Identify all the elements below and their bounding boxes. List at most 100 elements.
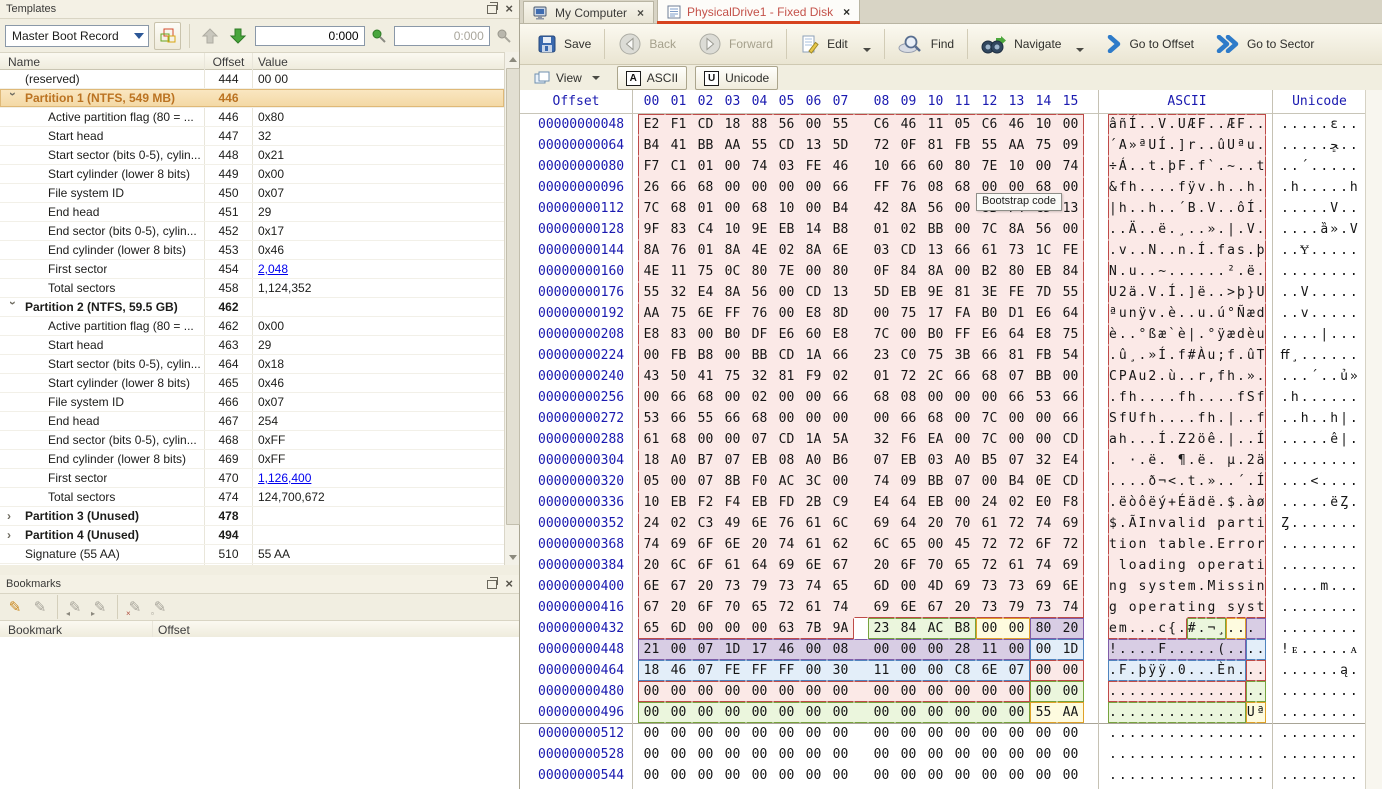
unicode-char[interactable]: . xyxy=(1329,366,1339,387)
ascii-char[interactable]: g xyxy=(1206,597,1216,618)
ascii-char[interactable]: . xyxy=(1108,702,1118,723)
chevron-down-icon[interactable]: › xyxy=(4,92,22,104)
hex-byte[interactable]: EB xyxy=(895,450,922,471)
hex-byte[interactable]: 73 xyxy=(1003,240,1030,261)
hex-byte[interactable]: 68 xyxy=(692,387,719,408)
hex-byte[interactable]: 08 xyxy=(827,639,854,660)
hex-byte[interactable]: 3C xyxy=(800,471,827,492)
hex-byte[interactable]: 00 xyxy=(949,219,976,240)
hex-byte[interactable]: 66 xyxy=(895,156,922,177)
hex-byte[interactable]: EB xyxy=(1030,261,1057,282)
hex-byte[interactable]: FE xyxy=(719,660,746,681)
ascii-char[interactable]: » xyxy=(1147,345,1157,366)
ascii-char[interactable]: . xyxy=(1138,429,1148,450)
ascii-char[interactable]: u xyxy=(1246,135,1256,156)
unicode-char[interactable]: . xyxy=(1280,177,1290,198)
hex-byte[interactable]: CD xyxy=(1057,471,1084,492)
ascii-char[interactable]: . xyxy=(1197,387,1207,408)
hex-byte[interactable]: 13 xyxy=(800,135,827,156)
ascii-char[interactable]: ý xyxy=(1157,492,1167,513)
ascii-char[interactable]: r xyxy=(1197,366,1207,387)
unicode-char[interactable]: . xyxy=(1310,177,1320,198)
hex-byte[interactable]: 80 xyxy=(1003,261,1030,282)
hex-byte[interactable]: 65 xyxy=(827,576,854,597)
hex-byte[interactable]: 00 xyxy=(922,744,949,765)
hex-byte[interactable]: 00 xyxy=(949,765,976,786)
record-offset-input[interactable] xyxy=(255,26,365,46)
ascii-char[interactable]: . xyxy=(1147,261,1157,282)
hex-byte[interactable]: 23 xyxy=(868,618,895,639)
ascii-char[interactable]: | xyxy=(1226,219,1236,240)
ascii-char[interactable]: u xyxy=(1138,366,1148,387)
unicode-char[interactable]: . xyxy=(1290,660,1300,681)
ascii-char[interactable]: . xyxy=(1147,219,1157,240)
hex-byte[interactable]: 76 xyxy=(665,240,692,261)
ascii-char[interactable]: g xyxy=(1118,576,1128,597)
unicode-char[interactable]: . xyxy=(1280,387,1290,408)
ascii-char[interactable]: ë xyxy=(1157,219,1167,240)
ascii-char[interactable] xyxy=(1128,576,1138,597)
ascii-char[interactable]: . xyxy=(1197,744,1207,765)
template-row[interactable]: Total sectors4581,124,352 xyxy=(0,279,504,298)
ascii-char[interactable]: ` xyxy=(1206,156,1216,177)
ascii-char[interactable]: . xyxy=(1167,114,1177,135)
column-bookmark[interactable]: Bookmark xyxy=(8,623,62,637)
unicode-char[interactable]: . xyxy=(1300,219,1310,240)
unicode-char[interactable]: h xyxy=(1329,408,1339,429)
unicode-char[interactable]: . xyxy=(1280,744,1290,765)
hex-byte[interactable]: 00 xyxy=(800,765,827,786)
hex-byte[interactable]: 08 xyxy=(773,450,800,471)
unicode-char[interactable]: . xyxy=(1339,555,1349,576)
ascii-char[interactable]: . xyxy=(1157,450,1167,471)
ascii-char[interactable]: . xyxy=(1246,240,1256,261)
hex-byte[interactable]: 28 xyxy=(949,639,976,660)
ascii-char[interactable]: Í xyxy=(1157,135,1167,156)
hex-byte[interactable]: 68 xyxy=(922,408,949,429)
hex-byte[interactable]: 00 xyxy=(692,765,719,786)
unicode-char[interactable]: . xyxy=(1290,702,1300,723)
unicode-char[interactable]: . xyxy=(1349,534,1359,555)
ascii-char[interactable]: ¸ xyxy=(1128,345,1138,366)
hex-byte[interactable]: 8A xyxy=(638,240,665,261)
hex-byte[interactable]: E2 xyxy=(638,114,665,135)
ascii-char[interactable]: · xyxy=(1128,450,1138,471)
unicode-char[interactable]: . xyxy=(1290,471,1300,492)
unicode-char[interactable]: . xyxy=(1300,618,1310,639)
hex-byte[interactable]: 55 xyxy=(638,282,665,303)
ascii-char[interactable]: p xyxy=(1138,597,1148,618)
ascii-char[interactable]: â xyxy=(1108,114,1118,135)
hex-byte[interactable]: 56 xyxy=(746,282,773,303)
unicode-char[interactable]: | xyxy=(1339,408,1349,429)
ascii-char[interactable]: . xyxy=(1216,702,1226,723)
ascii-char[interactable]: Í xyxy=(1256,429,1266,450)
hex-byte[interactable]: 74 xyxy=(638,534,665,555)
ascii-char[interactable]: ø xyxy=(1256,492,1266,513)
hex-byte[interactable]: 01 xyxy=(868,219,895,240)
ascii-char[interactable]: ª xyxy=(1236,135,1246,156)
unicode-char[interactable]: . xyxy=(1280,156,1290,177)
hex-byte[interactable]: 00 xyxy=(976,618,1003,639)
unicode-char[interactable]: . xyxy=(1339,765,1349,786)
unicode-char[interactable]: . xyxy=(1319,492,1329,513)
hex-byte[interactable]: B0 xyxy=(719,324,746,345)
ascii-char[interactable]: . xyxy=(1226,387,1236,408)
hex-byte[interactable]: F4 xyxy=(719,492,746,513)
hex-byte[interactable]: 03 xyxy=(868,240,895,261)
ascii-char[interactable]: . xyxy=(1226,744,1236,765)
hex-byte[interactable]: 69 xyxy=(1057,555,1084,576)
unicode-char[interactable]: . xyxy=(1319,597,1329,618)
hex-byte[interactable]: 55 xyxy=(1057,282,1084,303)
template-field-value-link[interactable]: 2,048 xyxy=(258,260,288,278)
hex-byte[interactable]: CD xyxy=(773,345,800,366)
hex-byte[interactable]: 02 xyxy=(1003,492,1030,513)
ascii-char[interactable]: . xyxy=(1108,219,1118,240)
hex-byte[interactable]: 64 xyxy=(746,555,773,576)
hex-byte[interactable]: 79 xyxy=(746,576,773,597)
hex-byte[interactable]: 20 xyxy=(746,534,773,555)
unicode-char[interactable]: . xyxy=(1339,177,1349,198)
ascii-char[interactable]: g xyxy=(1108,597,1118,618)
template-row[interactable]: End cylinder (lower 8 bits)4530x46 xyxy=(0,241,504,260)
hex-byte[interactable]: 00 xyxy=(638,387,665,408)
ascii-char[interactable]: . xyxy=(1157,744,1167,765)
ascii-char[interactable]: . xyxy=(1118,702,1128,723)
